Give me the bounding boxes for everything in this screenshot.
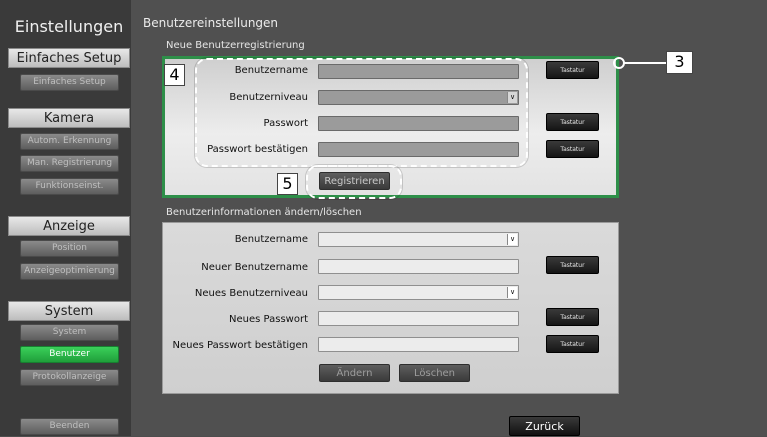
section-header-system: System: [8, 301, 130, 321]
keyboard-button-username[interactable]: Tastatur: [546, 61, 599, 79]
nav-function-settings[interactable]: Funktionseinst.: [20, 178, 119, 195]
new-password-confirm-input[interactable]: [318, 337, 519, 352]
new-username-input[interactable]: [318, 259, 519, 274]
keyboard-button-new-password[interactable]: Tastatur: [546, 308, 599, 326]
edit-username-label: Benutzername: [234, 234, 308, 245]
keyboard-button-password-confirm[interactable]: Tastatur: [546, 140, 599, 158]
app-title: Einstellungen: [14, 17, 124, 36]
keyboard-button-new-password-confirm[interactable]: Tastatur: [546, 335, 599, 353]
nav-system[interactable]: System: [20, 324, 119, 341]
nav-position[interactable]: Position: [20, 240, 119, 257]
callout-5-label: 5: [277, 173, 298, 195]
nav-log-display[interactable]: Protokollanzeige: [20, 369, 119, 386]
new-username-label: Neuer Benutzername: [201, 262, 308, 273]
callout-3-label: 3: [666, 51, 693, 74]
new-user-level-label: Neues Benutzerniveau: [194, 288, 308, 299]
chevron-down-icon: ∨: [507, 287, 517, 298]
callout-3-leader: [613, 57, 674, 69]
nav-auto-detection[interactable]: Autom. Erkennung: [20, 133, 119, 150]
exit-button[interactable]: Beenden: [20, 418, 119, 435]
callout-4-outline: [195, 58, 528, 167]
new-user-group-title: Neue Benutzerregistrierung: [166, 40, 305, 51]
callout-5-outline: [306, 165, 402, 199]
new-password-input[interactable]: [318, 311, 519, 326]
new-user-level-select[interactable]: ∨: [318, 285, 519, 300]
edit-username-select[interactable]: ∨: [318, 232, 519, 247]
new-password-confirm-label: Neues Passwort bestätigen: [172, 340, 308, 351]
page-title: Benutzereinstellungen: [143, 16, 279, 30]
keyboard-button-new-username[interactable]: Tastatur: [546, 256, 599, 274]
nav-manual-registration[interactable]: Man. Registrierung: [20, 155, 119, 172]
section-header-simple-setup: Einfaches Setup: [8, 48, 130, 68]
nav-user[interactable]: Benutzer: [20, 346, 119, 363]
change-button[interactable]: Ändern: [319, 364, 390, 382]
back-button[interactable]: Zurück: [509, 416, 580, 436]
section-header-camera: Kamera: [8, 108, 130, 128]
nav-display-optimization[interactable]: Anzeigeoptimierung: [20, 263, 119, 280]
section-header-display: Anzeige: [8, 216, 130, 236]
delete-button[interactable]: Löschen: [399, 364, 470, 382]
new-password-label: Neues Passwort: [229, 314, 308, 325]
keyboard-button-password[interactable]: Tastatur: [546, 113, 599, 131]
edit-user-group-title: Benutzerinformationen ändern/löschen: [166, 207, 362, 218]
nav-simple-setup[interactable]: Einfaches Setup: [20, 74, 119, 91]
chevron-down-icon: ∨: [507, 234, 517, 245]
callout-4-label: 4: [164, 64, 185, 86]
